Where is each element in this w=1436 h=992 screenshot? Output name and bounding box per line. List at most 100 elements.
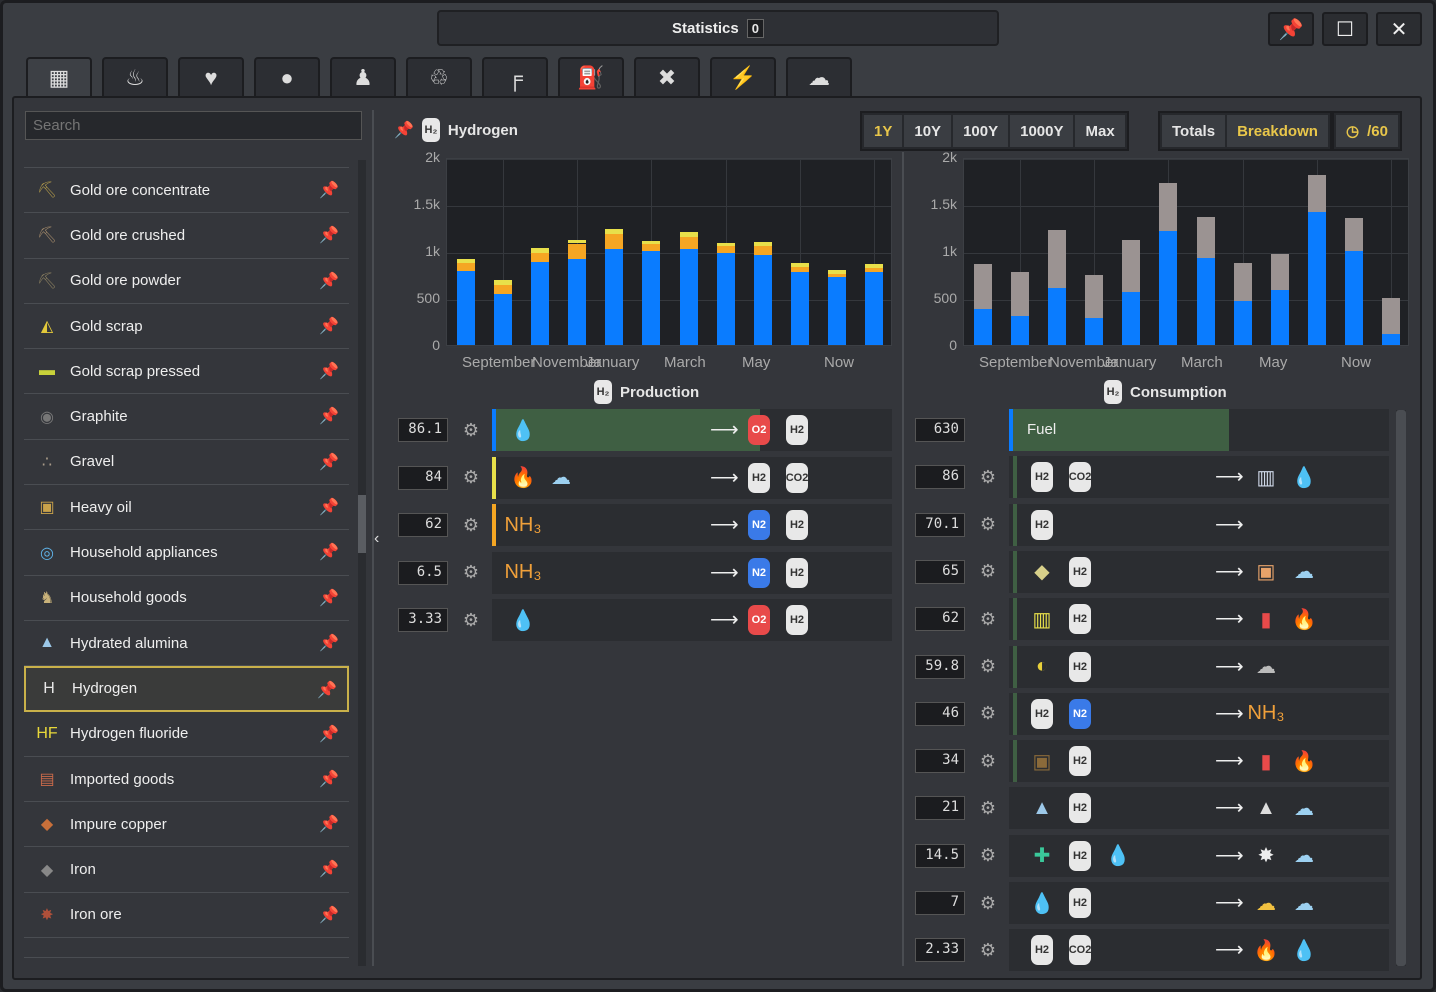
- list-item[interactable]: ◭ Gold scrap 📌: [24, 304, 349, 350]
- consumption-row[interactable]: 59.8 ⚙ ◐ H2 ⟶ ☁: [913, 645, 1391, 688]
- time-button-100y[interactable]: 100Y: [953, 115, 1009, 147]
- pin-icon[interactable]: 📌: [319, 814, 339, 834]
- list-item[interactable]: ◉ Graphite 📌: [24, 394, 349, 440]
- hydrogen-icon: H2: [746, 462, 772, 493]
- scrollbar-thumb[interactable]: [358, 495, 366, 553]
- tab-health[interactable]: ♥: [178, 57, 244, 97]
- list-item[interactable]: ♞ Household goods 📌: [24, 576, 349, 621]
- consumption-row[interactable]: 70.1 ⚙ H2 ⟶: [913, 503, 1391, 546]
- tab-worker[interactable]: ♟: [330, 57, 396, 97]
- list-item[interactable]: ▲ Hydrated alumina 📌: [24, 621, 349, 667]
- pin-icon[interactable]: 📌: [317, 680, 337, 700]
- list-item[interactable]: ▬ Gold scrap pressed 📌: [24, 349, 349, 395]
- tab-power[interactable]: ⚡: [710, 57, 776, 97]
- list-item[interactable]: ▣ Heavy oil 📌: [24, 485, 349, 531]
- pin-icon[interactable]: 📌: [319, 905, 339, 925]
- close-button[interactable]: ✕: [1376, 12, 1422, 46]
- mode-button-breakdown[interactable]: Breakdown: [1227, 115, 1328, 147]
- consumption-row[interactable]: 630 Fuel: [913, 409, 1391, 451]
- pin-icon[interactable]: 📌: [319, 724, 339, 744]
- resource-icon: N2: [1067, 698, 1093, 729]
- gas-cylinder: N2: [748, 510, 770, 540]
- mode-button-totals[interactable]: Totals: [1162, 115, 1226, 147]
- scrollbar-thumb[interactable]: [1396, 410, 1406, 966]
- production-row[interactable]: 6.5 ⚙ NH₃ ⟶ N2 H2: [396, 551, 894, 594]
- consumption-row[interactable]: 7 ⚙ 💧 H2 ⟶ ☁ ☁: [913, 882, 1391, 924]
- clock-icon: ◷: [1346, 123, 1360, 140]
- production-row[interactable]: 84 ⚙ 🔥 ☁ ⟶ H2 CO2: [396, 456, 894, 499]
- pin-icon[interactable]: 📌: [319, 769, 339, 789]
- time-button-max[interactable]: Max: [1075, 115, 1125, 147]
- machine-icon: ⚙: [979, 845, 997, 866]
- time-button-10y[interactable]: 10Y: [904, 115, 952, 147]
- pipe-icon: ╒: [507, 65, 523, 90]
- list-item[interactable]: ⛏ Gold ore powder 📌: [24, 259, 349, 304]
- pin-icon[interactable]: 📌: [319, 225, 339, 245]
- list-item[interactable]: H Hydrogen 📌: [24, 666, 349, 712]
- consumption-scrollbar[interactable]: [1396, 410, 1406, 966]
- rate-button[interactable]: ◷ /60: [1336, 115, 1398, 147]
- pin-icon[interactable]: 📌: [319, 180, 339, 200]
- pin-icon: 📌: [1278, 18, 1304, 41]
- tab-pipe[interactable]: ╒: [482, 57, 548, 97]
- consumption-row[interactable]: 14.5 ⚙ ✚ H2 💧 ⟶ ✸ ☁: [913, 834, 1391, 877]
- chart-bar: [642, 240, 661, 245]
- list-item[interactable]: [24, 154, 349, 168]
- list-item[interactable]: [24, 938, 349, 959]
- consumption-row[interactable]: 34 ⚙ ▣ H2 ⟶ ▮ 🔥: [913, 740, 1391, 783]
- pin-icon[interactable]: 📌: [319, 406, 339, 426]
- list-item[interactable]: ✸ Iron ore 📌: [24, 893, 349, 939]
- tab-fuel[interactable]: ⛽: [558, 57, 624, 97]
- maximize-button[interactable]: ☐: [1322, 12, 1368, 46]
- machine-icon: ⚙: [979, 939, 997, 960]
- gas-cylinder: H2: [786, 510, 808, 540]
- pin-icon[interactable]: 📌: [319, 361, 339, 381]
- consumption-row[interactable]: 21 ⚙ ▲ H2 ⟶ ▲ ☁: [913, 787, 1391, 830]
- list-item[interactable]: ∴ Gravel 📌: [24, 440, 349, 486]
- tab-factory[interactable]: ▦: [26, 57, 92, 97]
- pin-icon[interactable]: 📌: [319, 452, 339, 472]
- collapse-list-icon[interactable]: ‹: [374, 530, 379, 548]
- consumption-row[interactable]: 65 ⚙ ◆ H2 ⟶ ▣ ☁: [913, 550, 1391, 593]
- time-button-1000y[interactable]: 1000Y: [1010, 115, 1074, 147]
- pin-icon[interactable]: 📌: [319, 633, 339, 653]
- list-item[interactable]: ▤ Imported goods 📌: [24, 757, 349, 803]
- pin-icon[interactable]: 📌: [319, 588, 339, 608]
- time-button-1y[interactable]: 1Y: [864, 115, 903, 147]
- consumption-row[interactable]: 46 ⚙ H2 N2 ⟶ NH₃: [913, 692, 1391, 735]
- pin-icon[interactable]: 📌: [319, 271, 339, 291]
- fuel-gas-icon: 🔥: [510, 463, 536, 493]
- list-item[interactable]: ◎ Household appliances 📌: [24, 530, 349, 576]
- resource-icon: ✚: [1029, 841, 1055, 871]
- list-item-label: Gold ore crushed: [70, 226, 186, 244]
- production-row[interactable]: 86.1 ⚙ 💧 ⟶ O2 H2: [396, 409, 894, 451]
- pin-icon[interactable]: 📌: [394, 120, 414, 140]
- tab-food[interactable]: ♨: [102, 57, 168, 97]
- pin-window-button[interactable]: 📌: [1268, 12, 1314, 46]
- list-item[interactable]: ◆ Impure copper 📌: [24, 802, 349, 848]
- pin-icon[interactable]: 📌: [319, 542, 339, 562]
- consumption-row[interactable]: 62 ⚙ ▥ H2 ⟶ ▮ 🔥: [913, 598, 1391, 641]
- pin-icon[interactable]: 📌: [319, 497, 339, 517]
- list-item[interactable]: ⛏ Gold ore concentrate 📌: [24, 168, 349, 214]
- water-icon: 💧: [510, 415, 536, 445]
- chart-bar: [1010, 271, 1029, 316]
- search-input[interactable]: [25, 111, 362, 140]
- production-row[interactable]: 62 ⚙ NH₃ ⟶ N2 H2: [396, 504, 894, 546]
- tab-person[interactable]: ●: [254, 57, 320, 97]
- tab-tools[interactable]: ✖: [634, 57, 700, 97]
- maximize-icon: ☐: [1336, 18, 1354, 41]
- pin-icon[interactable]: 📌: [319, 316, 339, 336]
- hydrogen-icon: H2: [784, 605, 810, 635]
- product-list-scrollbar[interactable]: [358, 160, 366, 966]
- list-item[interactable]: ◆ Iron 📌: [24, 847, 349, 893]
- consumption-row[interactable]: 2.33 ⚙ H2 CO2 ⟶ 🔥 💧: [913, 929, 1391, 972]
- resource-icon: 💧: [1029, 888, 1055, 918]
- list-item[interactable]: ⛏ Gold ore crushed 📌: [24, 213, 349, 259]
- pin-icon[interactable]: 📌: [319, 859, 339, 879]
- consumption-row[interactable]: 86 ⚙ H2 CO2 ⟶ ▥ 💧: [913, 456, 1391, 499]
- production-row[interactable]: 3.33 ⚙ 💧 ⟶ O2 H2: [396, 599, 894, 641]
- tab-recycle[interactable]: ♲: [406, 57, 472, 97]
- tab-pollution[interactable]: ☁: [786, 57, 852, 97]
- list-item[interactable]: HF Hydrogen fluoride 📌: [24, 712, 349, 757]
